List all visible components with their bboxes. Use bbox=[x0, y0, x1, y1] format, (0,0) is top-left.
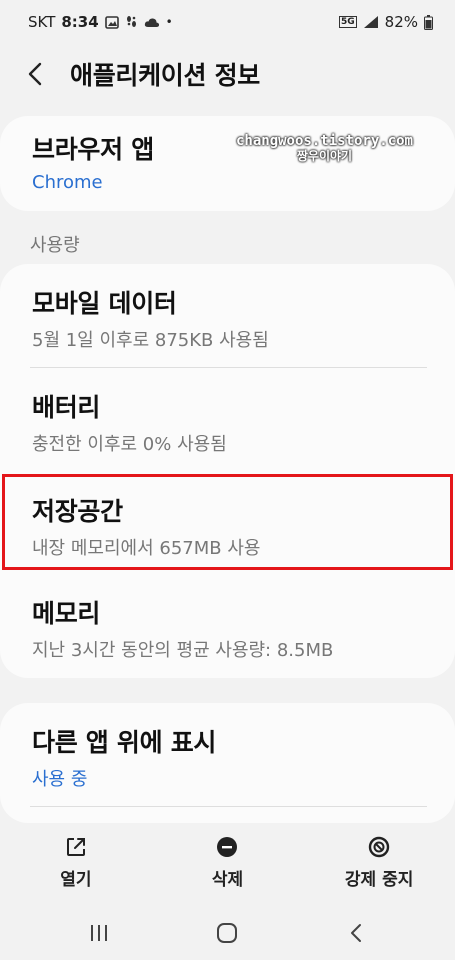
status-bar: SKT 8:34 • 5G 82% bbox=[0, 0, 455, 44]
footprints-icon bbox=[126, 16, 136, 27]
delete-label: 삭제 bbox=[211, 869, 244, 890]
usage-item-storage[interactable]: 저장공간 내장 메모리에서 657MB 사용 bbox=[32, 492, 423, 560]
status-left: SKT 8:34 • bbox=[28, 13, 173, 31]
home-icon bbox=[217, 922, 238, 943]
cloud-icon bbox=[144, 17, 159, 27]
watermark: changwoos.tistory.com 짱우이야기 bbox=[236, 134, 413, 164]
block-icon bbox=[368, 836, 390, 857]
navigation-bar bbox=[0, 905, 455, 960]
battery-subtitle: 충전한 이후로 0% 사용됨 bbox=[32, 434, 227, 455]
overlay-permission-status: 사용 중 bbox=[32, 769, 88, 790]
storage-subtitle: 내장 메모리에서 657MB 사용 bbox=[32, 538, 261, 559]
back-icon bbox=[350, 923, 361, 942]
open-button[interactable]: 열기 bbox=[6, 836, 146, 890]
open-external-icon bbox=[66, 837, 85, 856]
force-stop-button[interactable]: 강제 중지 bbox=[309, 836, 449, 890]
minus-circle-icon bbox=[217, 836, 238, 857]
mobile-data-title: 모바일 데이터 bbox=[32, 289, 177, 318]
signal-icon bbox=[363, 16, 378, 28]
chevron-left-icon bbox=[28, 62, 42, 86]
back-nav-button[interactable] bbox=[326, 913, 386, 953]
app-info-card[interactable]: 브라우저 앱 Chrome changwoos.tistory.com 짱우이야… bbox=[0, 116, 455, 211]
gallery-icon bbox=[104, 15, 119, 29]
home-button[interactable] bbox=[197, 913, 257, 953]
overlay-permission-row[interactable]: 다른 앱 위에 표시 사용 중 bbox=[32, 723, 423, 791]
force-stop-label: 강제 중지 bbox=[344, 869, 414, 890]
memory-subtitle: 지난 3시간 동안의 평균 사용량: 8.5MB bbox=[32, 640, 334, 661]
battery-percent: 82% bbox=[384, 13, 418, 31]
usage-item-battery[interactable]: 배터리 충전한 이후로 0% 사용됨 bbox=[32, 388, 423, 456]
page-title: 애플리케이션 정보 bbox=[70, 61, 261, 90]
back-button[interactable] bbox=[28, 54, 58, 94]
network-5g-label: 5G bbox=[339, 16, 357, 28]
usage-card: 모바일 데이터 5월 1일 이후로 875KB 사용됨 배터리 충전한 이후로 … bbox=[0, 264, 455, 678]
battery-icon bbox=[424, 14, 433, 30]
app-header: 애플리케이션 정보 bbox=[0, 44, 455, 104]
usage-item-memory[interactable]: 메모리 지난 3시간 동안의 평균 사용량: 8.5MB bbox=[32, 594, 423, 662]
overlay-permission-card: 다른 앱 위에 표시 사용 중 bbox=[0, 703, 455, 823]
usage-item-mobile-data[interactable]: 모바일 데이터 5월 1일 이후로 875KB 사용됨 bbox=[32, 284, 423, 352]
section-usage-label: 사용량 bbox=[30, 235, 80, 256]
watermark-line-2: 짱우이야기 bbox=[296, 149, 353, 163]
storage-title: 저장공간 bbox=[32, 497, 123, 526]
status-right: 5G 82% bbox=[339, 13, 433, 31]
delete-button[interactable]: 삭제 bbox=[157, 836, 297, 890]
bottom-action-bar: 열기 삭제 강제 중지 bbox=[0, 825, 455, 900]
battery-title: 배터리 bbox=[32, 393, 101, 422]
divider bbox=[30, 367, 427, 368]
app-name: Chrome bbox=[32, 172, 103, 193]
overlay-permission-title: 다른 앱 위에 표시 bbox=[32, 728, 217, 757]
mobile-data-subtitle: 5월 1일 이후로 875KB 사용됨 bbox=[32, 330, 269, 351]
open-label: 열기 bbox=[60, 869, 92, 890]
divider bbox=[30, 806, 427, 807]
carrier-label: SKT bbox=[28, 13, 56, 31]
recents-button[interactable] bbox=[69, 913, 129, 953]
recents-icon bbox=[91, 924, 108, 941]
watermark-line-1: changwoos.tistory.com bbox=[235, 133, 413, 149]
clock: 8:34 bbox=[61, 13, 99, 31]
memory-title: 메모리 bbox=[32, 599, 101, 628]
notification-dot: • bbox=[165, 15, 173, 29]
